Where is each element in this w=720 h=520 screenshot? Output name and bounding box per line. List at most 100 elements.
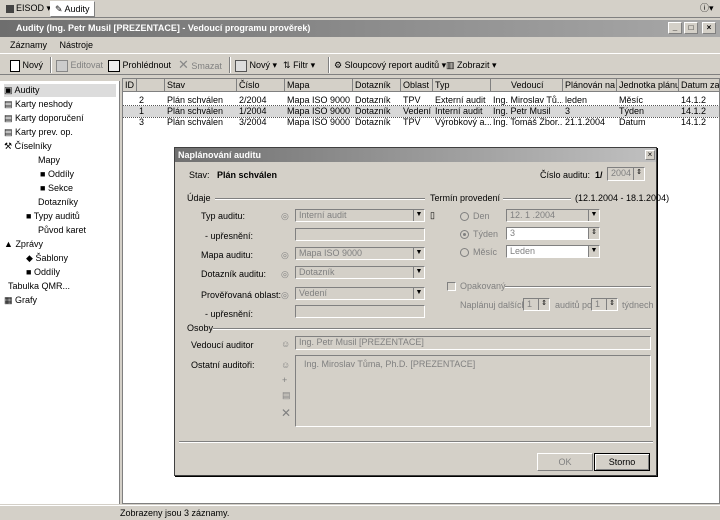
report-button[interactable]: ⚙ Sloupcový report auditů ▾ — [334, 56, 446, 74]
questionnaire-label: Dotazník auditu: — [201, 269, 267, 279]
tree-item-oddily-2[interactable]: ■ Oddíly — [26, 266, 60, 279]
column-header[interactable]: Jednotka plánu — [617, 79, 679, 92]
radio-tyden-label: Týden — [473, 229, 499, 239]
table-cell: 2/2004 — [239, 95, 267, 105]
view-button[interactable]: Prohlédnout — [108, 56, 171, 74]
tree-item-sekce[interactable]: ■ Sekce — [40, 182, 73, 195]
column-header[interactable]: Typ — [433, 79, 491, 92]
cancel-button[interactable]: Storno — [594, 453, 650, 471]
audit-year-spinner[interactable]: 2004 ⇕ — [607, 167, 645, 181]
dialog-close-button[interactable]: × — [645, 150, 655, 160]
repeat-label: Opakovaný — [460, 281, 506, 291]
help-icon[interactable]: ⓘ▾ — [696, 1, 718, 17]
display-button[interactable]: ▥ Zobrazit ▾ — [446, 56, 497, 74]
menubar: Záznamy Nástroje — [0, 38, 720, 52]
column-header[interactable]: Číslo — [237, 79, 285, 92]
table-cell: Plán schválen — [167, 117, 224, 127]
people-icon: ☺ — [281, 360, 291, 370]
column-header[interactable]: ID — [123, 79, 137, 92]
weeks-spinner[interactable]: 1 ⇕ — [591, 298, 618, 311]
minimize-button[interactable]: _ — [668, 22, 682, 34]
lead-auditor-field[interactable]: Ing. Petr Musil [PREZENTACE] — [295, 336, 651, 350]
area-select[interactable]: Vedení ▼ — [295, 287, 425, 300]
map-select[interactable]: Mapa ISO 9000 ▼ — [295, 247, 425, 260]
tree-item-audity[interactable]: ▣ Audity — [4, 84, 116, 97]
radio-mesic[interactable] — [460, 248, 469, 257]
repeat-checkbox[interactable] — [447, 282, 456, 291]
edit-icon — [56, 59, 68, 72]
filter-button[interactable]: ⇅ Filtr ▾ — [283, 56, 315, 74]
tree-item-karty-doporuceni[interactable]: ▤ Karty doporučení — [4, 112, 84, 125]
termin-range: (12.1.2004 - 18.1.2004) — [575, 193, 670, 203]
tree-item-grafy[interactable]: ▦ Grafy — [4, 294, 37, 307]
lead-auditor-label: Vedoucí auditor — [191, 340, 254, 350]
table-cell: Externí audit — [435, 95, 486, 105]
tree-item-zpravy[interactable]: ▲ Zprávy — [4, 238, 43, 251]
new-button[interactable]: Nový — [10, 56, 43, 74]
table-cell: Výrobkový a... — [435, 117, 491, 127]
table-cell: 14.1.2 — [681, 106, 707, 116]
tree-item-oddily[interactable]: ■ Oddíly — [40, 168, 74, 181]
type-refine-field[interactable] — [295, 228, 425, 241]
tree-item-karty-prev[interactable]: ▤ Karty prev. op. — [4, 126, 73, 139]
menu-zaznamy[interactable]: Záznamy — [10, 40, 47, 50]
column-header[interactable]: Dotazník — [353, 79, 401, 92]
tree-item-sablony[interactable]: ◆ Šablony — [26, 252, 68, 265]
spinner-arrows-icon: ⇕ — [633, 168, 644, 180]
edit-button[interactable]: Editovat — [56, 56, 103, 74]
add-icon[interactable]: + — [282, 375, 287, 386]
maximize-button[interactable]: □ — [684, 22, 698, 34]
column-header[interactable]: Datum zah — [679, 79, 719, 92]
folder-icon: ▣ — [4, 85, 13, 95]
view-icon — [108, 59, 120, 72]
list-icon[interactable]: ▤ — [282, 390, 291, 401]
week-spinner[interactable]: 3 ⇕ — [506, 227, 600, 240]
new-dropdown-button[interactable]: Nový ▾ — [235, 56, 277, 74]
tree-item-typy-auditu[interactable]: ■ Typy auditů — [26, 210, 80, 223]
table-cell: Vedení — [403, 106, 432, 116]
tree-item-tabulka-qmr[interactable]: Tabulka QMR... — [8, 280, 70, 293]
item-icon: ■ — [26, 211, 32, 221]
chevron-down-icon: ▼ — [413, 210, 424, 221]
other-auditors-list[interactable]: Ing. Miroslav Tůma, Ph.D. [PREZENTACE] — [295, 355, 651, 427]
area-refine-field[interactable] — [295, 305, 425, 318]
table-row[interactable]: 2 Plán schválen 2/2004 Mapa ISO 9000 Dotazní… — [123, 95, 719, 106]
table-cell: TPV — [403, 117, 421, 127]
tree-item-mapy[interactable]: Mapy — [38, 154, 60, 167]
tab-audity[interactable]: ✎ Audity — [50, 1, 95, 17]
delete-button[interactable]: ✕ Smazat — [178, 56, 222, 74]
tab-eisod[interactable]: EISOD ▾ — [2, 1, 55, 17]
column-header[interactable]: Plánován na — [563, 79, 617, 92]
table-cell: Ing. Tomáš Zbor... — [493, 117, 563, 127]
questionnaire-select[interactable]: Dotazník ▼ — [295, 266, 425, 279]
delete-icon[interactable]: ✕ — [281, 407, 291, 419]
radio-den[interactable] — [460, 212, 469, 221]
app-icon — [6, 4, 14, 13]
status-label: Stav: — [189, 170, 210, 180]
tree-item-ciselniky[interactable]: ⚒ Číselníky — [4, 140, 52, 153]
menu-nastroje[interactable]: Nástroje — [60, 40, 94, 50]
close-button[interactable]: × — [702, 22, 716, 34]
audit-number-label: Číslo auditu: — [540, 170, 591, 180]
column-header[interactable]: Vedoucí — [491, 79, 563, 92]
filter-icon: ⇅ — [283, 60, 291, 70]
table-row[interactable]: 3 Plán schválen 3/2004 Mapa ISO 9000 Dotazní… — [123, 117, 719, 128]
document-icon: ▯ — [430, 210, 435, 220]
column-header[interactable] — [137, 79, 165, 92]
column-header[interactable]: Stav — [165, 79, 237, 92]
tree-item-dotazniky[interactable]: Dotazníky — [38, 196, 78, 209]
column-header[interactable]: Oblast — [401, 79, 433, 92]
audits-after-label: auditů po — [555, 300, 593, 310]
schedule-count-spinner[interactable]: 1 ⇕ — [523, 298, 550, 311]
tree-item-puvod-karet[interactable]: Původ karet — [38, 224, 86, 237]
month-select[interactable]: Leden ▼ — [506, 245, 600, 258]
report-icon: ▲ — [4, 239, 13, 249]
radio-tyden[interactable] — [460, 230, 469, 239]
day-date-field[interactable]: 12. 1 .2004 ▼ — [506, 209, 600, 222]
ok-button[interactable]: OK — [537, 453, 593, 471]
table-row[interactable]: 1 Plán schválen 1/2004 Mapa ISO 9000 Dotazní… — [123, 105, 719, 118]
audit-type-select[interactable]: Interní audit ▼ — [295, 209, 425, 222]
tree-item-karty-neshody[interactable]: ▤ Karty neshody — [4, 98, 73, 111]
column-header[interactable]: Mapa — [285, 79, 353, 92]
table-cell: Dotazník — [355, 106, 391, 116]
